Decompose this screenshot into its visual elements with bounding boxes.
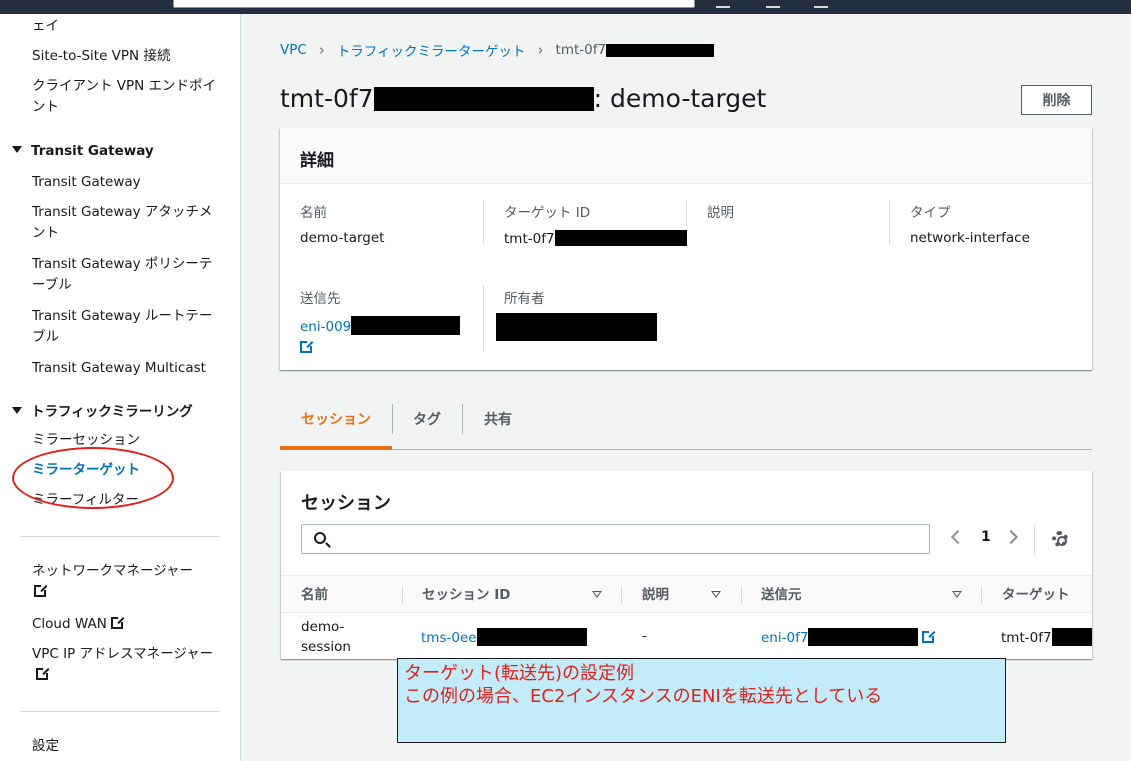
search-icon xyxy=(314,532,326,544)
external-link-icon[interactable] xyxy=(922,630,936,643)
sidebar-item-cloud-wan[interactable]: Cloud WAN xyxy=(32,614,222,635)
sidebar-item-transit-gateway[interactable]: Transit Gateway xyxy=(32,172,222,193)
external-link-icon xyxy=(36,667,49,680)
annotation-line-1: ターゲット(転送先)の設定例 xyxy=(404,663,635,684)
external-link-icon xyxy=(34,584,47,597)
sidebar-item-tgw-multicast[interactable]: Transit Gateway Multicast xyxy=(32,358,222,379)
tab-bar: セッション タグ 共有 xyxy=(280,404,1092,450)
aws-logo[interactable] xyxy=(0,0,62,14)
field-target-id: ターゲット ID tmt-0f7 xyxy=(504,201,687,247)
delete-button[interactable]: 削除 xyxy=(1021,85,1092,115)
sidebar-item-tgw-attachments[interactable]: Transit Gateway アタッチメント xyxy=(32,202,222,244)
source-eni-link[interactable]: eni-0f7 xyxy=(761,630,808,646)
cell-name: demo-session xyxy=(301,619,351,655)
column-divider xyxy=(402,586,403,604)
annotation-line-2: この例の場合、EC2インスタンスのENIを転送先としている xyxy=(404,686,883,707)
sessions-panel: セッション 1 名前 セッション ID 説明 送信元 ターゲット demo-se… xyxy=(281,471,1092,659)
tab-sharing[interactable]: 共有 xyxy=(462,404,534,450)
breadcrumb-vpc[interactable]: VPC xyxy=(280,42,307,58)
destination-eni-link[interactable]: eni-009 xyxy=(300,319,351,335)
cloudshell-icon[interactable] xyxy=(716,0,730,8)
field-destination: 送信先 eni-009 xyxy=(300,287,461,356)
redaction-block xyxy=(351,316,461,335)
sort-icon[interactable] xyxy=(592,591,602,598)
external-link-icon[interactable] xyxy=(300,340,313,353)
tab-sessions[interactable]: セッション xyxy=(280,404,392,450)
sidebar-item-site-to-site-vpn[interactable]: Site-to-Site VPN 接続 xyxy=(32,46,222,67)
tab-tags[interactable]: タグ xyxy=(392,404,462,450)
help-icon[interactable] xyxy=(814,0,828,8)
sort-icon[interactable] xyxy=(952,591,962,598)
cell-source: eni-0f7 xyxy=(761,628,936,646)
chevron-right-icon[interactable] xyxy=(1003,529,1019,545)
cell-target: tmt-0f7 xyxy=(1001,628,1092,646)
breadcrumb-mirror-targets[interactable]: トラフィックミラーターゲット xyxy=(337,40,526,60)
pager-divider xyxy=(1034,525,1035,555)
field-type: タイプ network-interface xyxy=(910,205,1030,246)
column-header-description[interactable]: 説明 xyxy=(642,576,669,614)
sidebar-item-network-manager[interactable]: ネットワークマネージャー xyxy=(32,561,222,603)
page-number[interactable]: 1 xyxy=(981,529,991,545)
sidebar-item-gateway-fragment[interactable]: ェイ xyxy=(32,16,222,37)
chevron-left-icon[interactable] xyxy=(950,529,966,545)
sidebar-item-settings[interactable]: 設定 xyxy=(32,736,222,757)
annotation-circle-highlight xyxy=(12,447,174,509)
details-panel: 詳細 名前 demo-target ターゲット ID tmt-0f7 説明 タイ… xyxy=(280,128,1092,370)
field-owner: 所有者 xyxy=(504,291,545,307)
field-description: 説明 xyxy=(707,205,734,221)
sidebar: ェイ Site-to-Site VPN 接続 クライアント VPN エンドポイン… xyxy=(0,14,241,761)
column-header-source[interactable]: 送信元 xyxy=(761,576,802,614)
column-divider xyxy=(741,586,742,604)
column-divider xyxy=(686,200,687,226)
breadcrumb-current: tmt-0f7 xyxy=(555,42,607,58)
redaction-block xyxy=(554,230,687,246)
sidebar-divider xyxy=(20,536,220,537)
page-title: tmt-0f7 : demo-target xyxy=(280,84,767,113)
sidebar-item-tgw-policy-tables[interactable]: Transit Gateway ポリシーテーブル xyxy=(32,254,222,296)
notifications-icon[interactable] xyxy=(766,0,780,8)
sidebar-divider xyxy=(20,711,220,712)
redaction-block xyxy=(808,628,919,646)
column-header-target[interactable]: ターゲット xyxy=(1002,576,1070,614)
column-divider xyxy=(621,586,622,604)
field-name: 名前 demo-target xyxy=(300,205,385,246)
column-divider xyxy=(981,586,982,604)
sessions-search-input[interactable] xyxy=(301,524,930,554)
sidebar-item-tgw-route-tables[interactable]: Transit Gateway ルートテーブル xyxy=(32,306,222,348)
chevron-right-icon: › xyxy=(318,41,325,59)
column-divider xyxy=(483,200,484,244)
sidebar-section-transit-gateway[interactable]: Transit Gateway xyxy=(12,143,154,159)
sort-icon[interactable] xyxy=(711,591,721,598)
cell-description: - xyxy=(642,628,647,644)
table-header: 名前 セッション ID 説明 送信元 ターゲット xyxy=(281,575,1092,613)
column-header-session-id[interactable]: セッション ID xyxy=(422,576,510,614)
redaction-block xyxy=(476,628,587,646)
sidebar-item-vpc-ipam[interactable]: VPC IP アドレスマネージャー xyxy=(32,644,222,686)
column-divider xyxy=(483,285,484,351)
redaction-block xyxy=(373,86,594,111)
sidebar-item-mirror-sessions[interactable]: ミラーセッション xyxy=(32,430,222,451)
details-heading: 詳細 xyxy=(280,128,1092,184)
collapse-triangle-icon xyxy=(12,407,22,414)
chevron-right-icon: › xyxy=(537,41,544,59)
redaction-block xyxy=(1051,628,1092,646)
cell-session-id: tms-0ee xyxy=(421,628,587,646)
redaction-block xyxy=(606,43,715,57)
column-header-name[interactable]: 名前 xyxy=(301,576,328,614)
breadcrumb: VPC › トラフィックミラーターゲット › tmt-0f7 xyxy=(280,40,715,60)
session-id-link[interactable]: tms-0ee xyxy=(421,630,477,646)
column-divider xyxy=(889,200,890,244)
collapse-triangle-icon xyxy=(12,146,22,153)
sidebar-item-client-vpn[interactable]: クライアント VPN エンドポイント xyxy=(32,76,222,118)
global-search-input[interactable] xyxy=(173,0,695,8)
gear-icon[interactable] xyxy=(1052,531,1068,547)
redaction-block xyxy=(496,313,657,341)
top-nav-bar xyxy=(0,0,1131,14)
sessions-heading: セッション xyxy=(301,493,391,514)
external-link-icon xyxy=(110,616,124,629)
annotation-callout: ターゲット(転送先)の設定例 この例の場合、EC2インスタンスのENIを転送先と… xyxy=(397,658,1006,743)
sidebar-section-traffic-mirroring[interactable]: トラフィックミラーリング xyxy=(12,400,193,420)
